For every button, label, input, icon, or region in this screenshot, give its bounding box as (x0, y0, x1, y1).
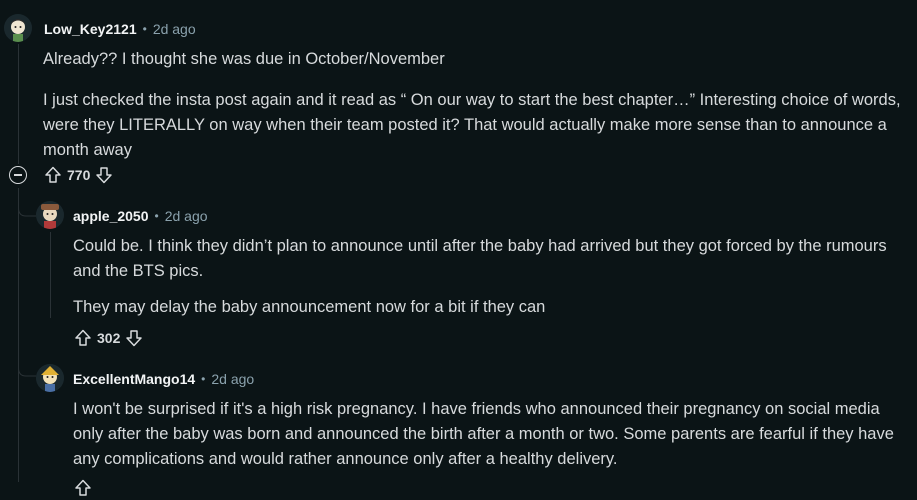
comment-paragraph: Already?? I thought she was due in Octob… (43, 50, 445, 68)
comment-body: Already?? I thought she was due in Octob… (43, 47, 903, 163)
avatar[interactable] (36, 364, 64, 392)
separator-dot: • (142, 22, 147, 36)
vote-actions: 770 (43, 163, 114, 187)
vote-actions-partial (73, 476, 93, 500)
downvote-icon[interactable] (94, 165, 114, 185)
thread-connector (18, 190, 36, 217)
collapse-button[interactable] (9, 166, 27, 184)
vote-count: 770 (67, 167, 91, 183)
separator-dot: • (154, 209, 159, 223)
vote-count: 302 (97, 330, 121, 346)
downvote-icon[interactable] (124, 328, 144, 348)
thread-line-reply[interactable] (50, 232, 51, 318)
author-name[interactable]: Low_Key2121 (44, 21, 137, 37)
timestamp[interactable]: 2d ago (165, 208, 208, 224)
avatar-image (36, 364, 64, 392)
avatar[interactable] (4, 14, 32, 42)
author-name[interactable]: apple_2050 (73, 208, 149, 224)
author-name[interactable]: ExcellentMango14 (73, 371, 195, 387)
vote-actions: 302 (73, 326, 144, 350)
upvote-icon[interactable] (73, 478, 93, 498)
comment-body: I won't be surprised if it's a high risk… (73, 397, 911, 472)
comment-paragraph: I won't be surprised if it's a high risk… (73, 400, 894, 468)
timestamp[interactable]: 2d ago (153, 21, 196, 37)
avatar[interactable] (36, 201, 64, 229)
comment-paragraph: Could be. I think they didn’t plan to an… (73, 237, 887, 280)
comment-paragraph: I just checked the insta post again and … (43, 91, 901, 159)
comment-meta: apple_2050 • 2d ago (73, 206, 208, 226)
avatar-image (36, 201, 64, 229)
thread-connector-2 (18, 350, 36, 377)
thread-line-root-lower[interactable] (18, 188, 19, 482)
comment-meta: ExcellentMango14 • 2d ago (73, 369, 254, 389)
thread-line-root[interactable] (18, 44, 19, 164)
collapse-icon (14, 174, 22, 176)
comment-meta: Low_Key2121 • 2d ago (44, 19, 196, 39)
comment-body: Could be. I think they didn’t plan to an… (73, 234, 903, 320)
upvote-icon[interactable] (43, 165, 63, 185)
upvote-icon[interactable] (73, 328, 93, 348)
avatar-image (4, 14, 32, 42)
separator-dot: • (201, 372, 206, 386)
comment-paragraph: They may delay the baby announcement now… (73, 298, 546, 316)
timestamp[interactable]: 2d ago (211, 371, 254, 387)
